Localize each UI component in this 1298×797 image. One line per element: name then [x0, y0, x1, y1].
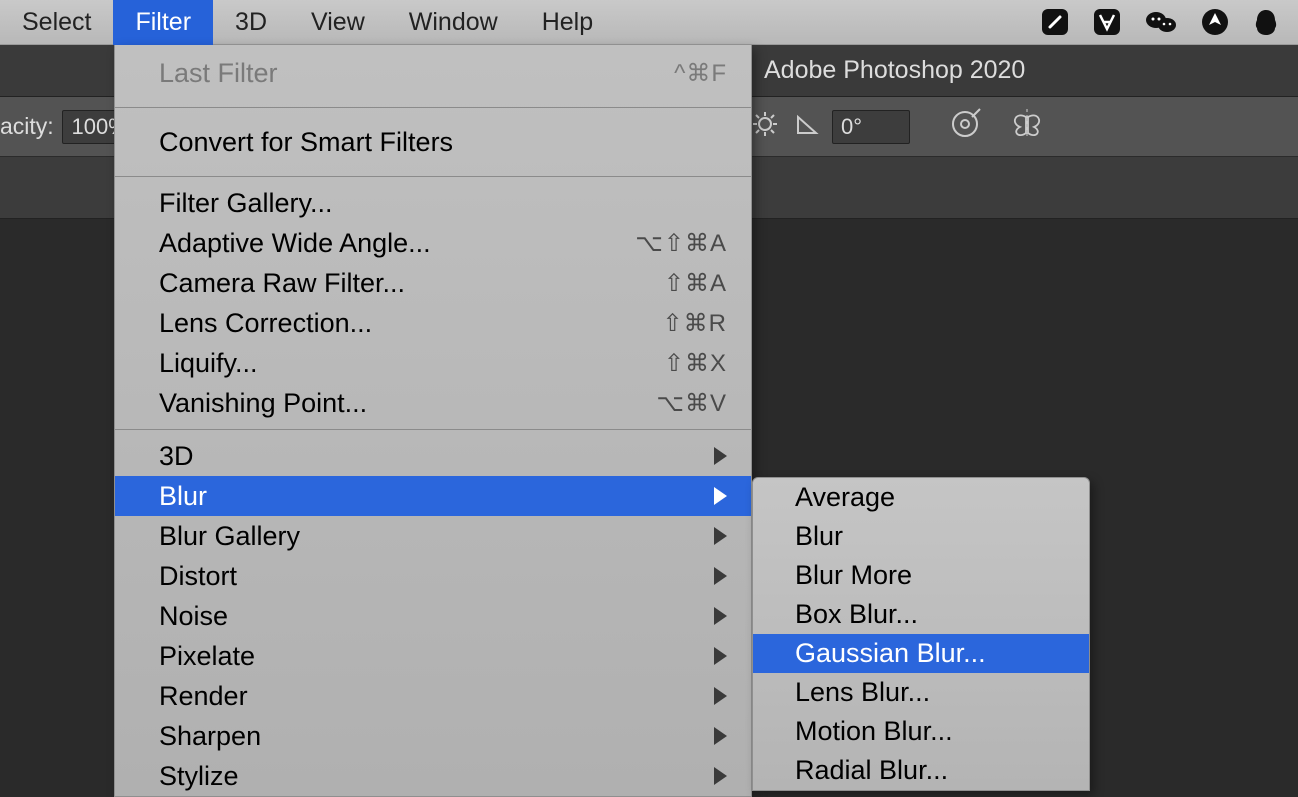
menu-separator	[115, 107, 751, 108]
submenu-arrow-icon	[714, 647, 727, 665]
menu-3d[interactable]: 3D	[213, 0, 289, 45]
menu-sharpen-submenu[interactable]: Sharpen	[115, 716, 751, 756]
menu-item-shortcut: ⌥⇧⌘A	[635, 229, 727, 258]
opacity-label: acity:	[0, 113, 54, 140]
submenu-arrow-icon	[714, 767, 727, 785]
menu-item-shortcut: ⇧⌘X	[664, 349, 727, 378]
menubar-tray	[1040, 7, 1298, 37]
submenu-arrow-icon	[714, 607, 727, 625]
submenu-radial-blur[interactable]: Radial Blur...	[753, 751, 1089, 790]
menu-vanishing-point[interactable]: Vanishing Point... ⌥⌘V	[115, 383, 751, 423]
submenu-box-blur[interactable]: Box Blur...	[753, 595, 1089, 634]
menu-item-label: Render	[159, 681, 706, 712]
menu-view[interactable]: View	[289, 0, 387, 45]
menu-item-label: Blur Gallery	[159, 521, 706, 552]
menu-item-label: Convert for Smart Filters	[159, 127, 727, 158]
tray-qq-icon[interactable]	[1252, 7, 1280, 37]
menu-item-shortcut: ⌥⌘V	[656, 389, 727, 418]
menu-noise-submenu[interactable]: Noise	[115, 596, 751, 636]
tray-nav-icon[interactable]	[1200, 7, 1230, 37]
menu-item-label: Blur	[159, 481, 706, 512]
menu-item-label: Adaptive Wide Angle...	[159, 228, 635, 259]
symmetry-icon[interactable]	[1008, 107, 1046, 147]
brush-settings-icon[interactable]	[752, 111, 778, 143]
menu-item-label: Blur More	[795, 560, 1061, 591]
tray-wechat-icon[interactable]	[1144, 7, 1178, 37]
submenu-lens-blur[interactable]: Lens Blur...	[753, 673, 1089, 712]
menu-separator	[115, 176, 751, 177]
menubar: Select Filter 3D View Window Help	[0, 0, 1298, 45]
menu-distort-submenu[interactable]: Distort	[115, 556, 751, 596]
menu-liquify[interactable]: Liquify... ⇧⌘X	[115, 343, 751, 383]
menu-blur-submenu[interactable]: Blur	[115, 476, 751, 516]
menu-item-label: Lens Correction...	[159, 308, 663, 339]
submenu-gaussian-blur[interactable]: Gaussian Blur...	[753, 634, 1089, 673]
menu-item-label: Liquify...	[159, 348, 664, 379]
menu-item-label: Radial Blur...	[795, 755, 1061, 786]
menu-separator	[115, 429, 751, 430]
menu-adaptive-wide-angle[interactable]: Adaptive Wide Angle... ⌥⇧⌘A	[115, 223, 751, 263]
menu-last-filter[interactable]: Last Filter ^⌘F	[115, 45, 751, 101]
angle-input[interactable]: 0°	[832, 110, 910, 144]
menu-item-label: Motion Blur...	[795, 716, 1061, 747]
menu-item-label: Stylize	[159, 761, 706, 792]
submenu-arrow-icon	[714, 487, 727, 505]
menu-item-label: Pixelate	[159, 641, 706, 672]
menu-item-label: Box Blur...	[795, 599, 1061, 630]
submenu-arrow-icon	[714, 447, 727, 465]
menu-item-label: Blur	[795, 521, 1061, 552]
tray-app1-icon[interactable]	[1040, 7, 1070, 37]
menu-item-label: Average	[795, 482, 1061, 513]
pressure-size-icon[interactable]	[948, 107, 982, 147]
menu-item-label: Gaussian Blur...	[795, 638, 1061, 669]
filter-menu: Last Filter ^⌘F Convert for Smart Filter…	[114, 45, 752, 797]
submenu-average[interactable]: Average	[753, 478, 1089, 517]
submenu-arrow-icon	[714, 687, 727, 705]
menu-item-label: Noise	[159, 601, 706, 632]
menu-select[interactable]: Select	[0, 0, 113, 45]
menu-camera-raw-filter[interactable]: Camera Raw Filter... ⇧⌘A	[115, 263, 751, 303]
submenu-blur-more[interactable]: Blur More	[753, 556, 1089, 595]
menu-item-label: Sharpen	[159, 721, 706, 752]
angle-icon	[792, 109, 822, 145]
submenu-arrow-icon	[714, 527, 727, 545]
menu-render-submenu[interactable]: Render	[115, 676, 751, 716]
menu-item-label: Vanishing Point...	[159, 388, 656, 419]
menu-filter-gallery[interactable]: Filter Gallery...	[115, 183, 751, 223]
menu-pixelate-submenu[interactable]: Pixelate	[115, 636, 751, 676]
menu-item-shortcut: ^⌘F	[674, 59, 727, 88]
menu-lens-correction[interactable]: Lens Correction... ⇧⌘R	[115, 303, 751, 343]
submenu-arrow-icon	[714, 727, 727, 745]
menu-item-label: Distort	[159, 561, 706, 592]
tray-app2-icon[interactable]	[1092, 7, 1122, 37]
submenu-motion-blur[interactable]: Motion Blur...	[753, 712, 1089, 751]
menu-convert-smart-filters[interactable]: Convert for Smart Filters	[115, 114, 751, 170]
menu-item-label: 3D	[159, 441, 706, 472]
brush-angle-group: 0°	[792, 109, 910, 145]
menu-blur-gallery-submenu[interactable]: Blur Gallery	[115, 516, 751, 556]
menu-item-shortcut: ⇧⌘R	[663, 309, 727, 338]
menu-stylize-submenu[interactable]: Stylize	[115, 756, 751, 796]
menu-filter[interactable]: Filter	[113, 0, 213, 45]
menu-item-label: Filter Gallery...	[159, 188, 727, 219]
app-title: Adobe Photoshop 2020	[764, 56, 1025, 85]
menu-help[interactable]: Help	[520, 0, 615, 45]
blur-submenu: Average Blur Blur More Box Blur... Gauss…	[752, 477, 1090, 791]
menu-window[interactable]: Window	[387, 0, 520, 45]
menu-item-label: Lens Blur...	[795, 677, 1061, 708]
menu-item-shortcut: ⇧⌘A	[664, 269, 727, 298]
submenu-arrow-icon	[714, 567, 727, 585]
menu-item-label: Camera Raw Filter...	[159, 268, 664, 299]
menu-item-label: Last Filter	[159, 58, 674, 89]
menu-3d-submenu[interactable]: 3D	[115, 436, 751, 476]
submenu-blur[interactable]: Blur	[753, 517, 1089, 556]
